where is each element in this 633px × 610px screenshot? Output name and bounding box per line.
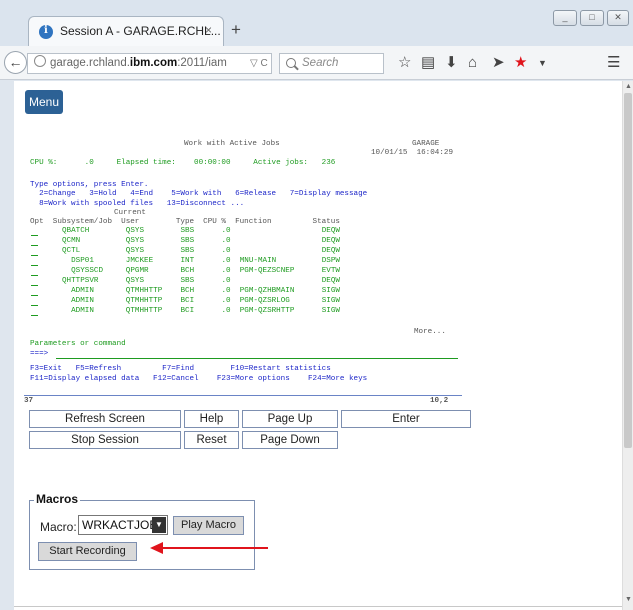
- option-input[interactable]: [31, 315, 38, 316]
- cursor-position: 10,2: [430, 397, 449, 405]
- system-name: GARAGE: [412, 140, 440, 148]
- minimize-button[interactable]: _: [553, 10, 577, 26]
- info-icon: [39, 25, 53, 39]
- more-indicator: More...: [414, 328, 446, 336]
- job-row: QCTL QSYS SBS .0 DEQW: [62, 247, 340, 255]
- scroll-down-icon[interactable]: ▼: [625, 596, 632, 603]
- screen-title: Work with Active Jobs: [184, 140, 280, 148]
- reset-button[interactable]: Reset: [184, 431, 239, 449]
- job-row: DSP01 JMCKEE INT .0 MNU-MAIN DSPW: [62, 257, 340, 265]
- home-icon[interactable]: ⌂: [468, 54, 477, 72]
- instruction-line: 2=Change 3=Hold 4=End 5=Work with 6=Rele…: [30, 190, 368, 198]
- reload-icon[interactable]: ▽ C: [250, 54, 268, 73]
- url-prefix: garage.rchland.: [50, 57, 130, 69]
- option-input[interactable]: [31, 245, 38, 246]
- maximize-button[interactable]: □: [580, 10, 604, 26]
- play-macro-button[interactable]: Play Macro: [173, 516, 244, 535]
- macros-legend: Macros: [34, 492, 81, 506]
- job-row: QBATCH QSYS SBS .0 DEQW: [62, 227, 340, 235]
- macro-label: Macro:: [40, 520, 77, 534]
- refresh-screen-button[interactable]: Refresh Screen: [29, 410, 181, 428]
- red-arrow-annotation: [150, 542, 268, 554]
- instruction-line: Type options, press Enter.: [30, 181, 149, 189]
- job-row: ADMIN QTMHHTTP BCI .0 PGM-QZSRLOG SIGW: [62, 297, 340, 305]
- enter-button[interactable]: Enter: [341, 410, 471, 428]
- download-icon[interactable]: ⬇: [445, 54, 458, 72]
- url-path: :2011/iam: [177, 57, 227, 69]
- globe-icon: [34, 55, 46, 67]
- new-tab-button[interactable]: +: [231, 20, 241, 40]
- search-input[interactable]: Search: [279, 53, 384, 74]
- scroll-up-icon[interactable]: ▲: [625, 83, 632, 90]
- page-down-button[interactable]: Page Down: [242, 431, 338, 449]
- option-input[interactable]: [31, 235, 38, 236]
- scrollbar-thumb[interactable]: [624, 93, 632, 448]
- dropdown-arrow-icon[interactable]: ▼: [152, 517, 166, 533]
- job-row: ADMIN QTMHHTTP BCI .0 PGM-QZSRHTTP SIGW: [62, 307, 340, 315]
- back-button[interactable]: ←: [4, 51, 27, 74]
- start-recording-button[interactable]: Start Recording: [38, 542, 137, 561]
- stop-session-button[interactable]: Stop Session: [29, 431, 181, 449]
- chevron-down-icon[interactable]: ▼: [538, 54, 547, 72]
- column-header: Opt Subsystem/Job User Type CPU % Functi…: [30, 218, 340, 226]
- macro-selected-value: WRKACTJOB: [82, 518, 158, 532]
- date-time: 10/01/15 16:04:29: [371, 149, 454, 157]
- reading-list-icon[interactable]: ▤: [421, 54, 435, 72]
- hamburger-menu-icon[interactable]: ☰: [607, 54, 620, 72]
- close-window-button[interactable]: ✕: [607, 10, 629, 26]
- cpu-line: CPU %: .0 Elapsed time: 00:00:00 Active …: [30, 159, 336, 167]
- search-icon: [286, 58, 296, 68]
- function-keys: F3=Exit F5=Refresh F7=Find F10=Restart s…: [30, 365, 331, 373]
- bookmark-star-icon[interactable]: ☆: [398, 54, 411, 72]
- command-prompt: ===>: [30, 350, 49, 358]
- job-row: ADMIN QTMHHTTP BCH .0 PGM-QZHBMAIN SIGW: [62, 287, 340, 295]
- url-domain: ibm.com: [129, 57, 178, 69]
- page-bottom-divider: [14, 606, 622, 607]
- option-input[interactable]: [31, 295, 38, 296]
- option-input[interactable]: [31, 275, 38, 276]
- job-row: QSYSSCD QPGMR BCH .0 PGM-QEZSCNEP EVTW: [62, 267, 340, 275]
- command-input[interactable]: [56, 358, 458, 359]
- instruction-line: 8=Work with spooled files 13=Disconnect …: [30, 200, 245, 208]
- help-button[interactable]: Help: [184, 410, 239, 428]
- search-placeholder: Search: [302, 57, 339, 69]
- vertical-scrollbar[interactable]: ▲ ▼: [622, 81, 633, 610]
- job-row: QHTTPSVR QSYS SBS .0 DEQW: [62, 277, 340, 285]
- status-left: 37: [24, 397, 34, 405]
- parameters-label: Parameters or command: [30, 340, 126, 348]
- macro-select[interactable]: WRKACTJOB ▼: [78, 515, 168, 535]
- url-bar[interactable]: garage.rchland.ibm.com:2011/iam ▽ C: [27, 53, 272, 74]
- browser-title-bar: Session A - GARAGE.RCHL... × + _ □ ✕: [0, 0, 633, 46]
- red-star-icon[interactable]: ★: [514, 54, 527, 72]
- browser-tab[interactable]: Session A - GARAGE.RCHL... ×: [28, 16, 224, 46]
- column-header-current: Current: [114, 209, 146, 217]
- option-input[interactable]: [31, 265, 38, 266]
- status-divider: [24, 395, 462, 396]
- navigation-bar: ← garage.rchland.ibm.com:2011/iam ▽ C Se…: [0, 46, 633, 80]
- option-input[interactable]: [31, 285, 38, 286]
- option-input[interactable]: [31, 255, 38, 256]
- function-keys: F11=Display elapsed data F12=Cancel F23=…: [30, 375, 368, 383]
- close-tab-icon[interactable]: ×: [205, 23, 212, 37]
- job-row: QCMN QSYS SBS .0 DEQW: [62, 237, 340, 245]
- tab-title: Session A - GARAGE.RCHL...: [60, 24, 221, 38]
- send-icon[interactable]: ➤: [492, 54, 505, 72]
- page-up-button[interactable]: Page Up: [242, 410, 338, 428]
- option-input[interactable]: [31, 305, 38, 306]
- menu-button[interactable]: Menu: [25, 90, 63, 114]
